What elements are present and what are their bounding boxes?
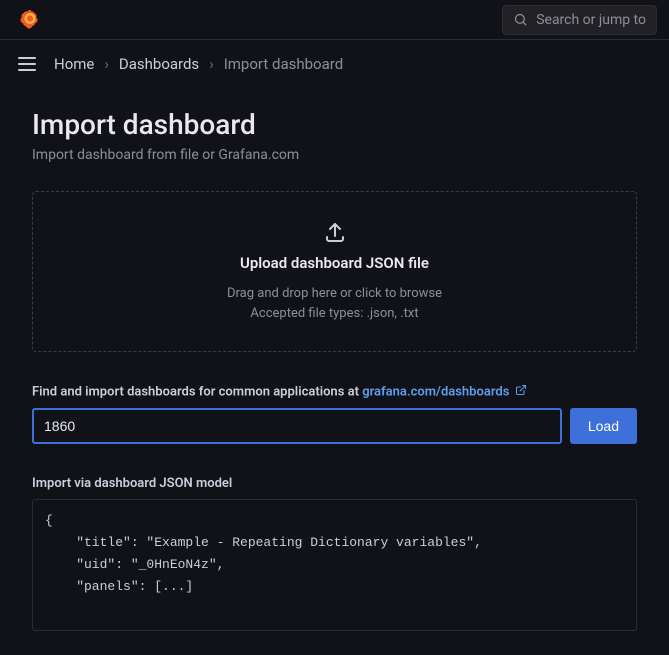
upload-hint-line2: Accepted file types: .json, .txt bbox=[49, 304, 620, 324]
json-model-label: Import via dashboard JSON model bbox=[32, 476, 637, 491]
chevron-right-icon: › bbox=[209, 55, 214, 73]
grafana-dashboards-link[interactable]: grafana.com/dashboards bbox=[362, 384, 509, 399]
chevron-right-icon: › bbox=[104, 55, 109, 73]
load-button[interactable]: Load bbox=[570, 408, 637, 444]
breadcrumb-dashboards[interactable]: Dashboards bbox=[119, 55, 199, 73]
external-link-icon bbox=[515, 384, 527, 400]
breadcrumb-current: Import dashboard bbox=[224, 55, 343, 73]
breadcrumb-home[interactable]: Home bbox=[54, 55, 94, 73]
find-import-label: Find and import dashboards for common ap… bbox=[32, 384, 637, 400]
page-subtitle: Import dashboard from file or Grafana.co… bbox=[32, 147, 637, 163]
json-model-textarea[interactable] bbox=[32, 499, 637, 631]
menu-toggle[interactable] bbox=[12, 51, 42, 77]
upload-hint-line1: Drag and drop here or click to browse bbox=[49, 284, 620, 304]
search-placeholder: Search or jump to bbox=[536, 12, 646, 28]
breadcrumb: Home › Dashboards › Import dashboard bbox=[54, 55, 343, 73]
upload-dropzone[interactable]: Upload dashboard JSON file Drag and drop… bbox=[32, 191, 637, 352]
dashboard-id-input[interactable] bbox=[32, 408, 562, 444]
search-icon bbox=[513, 12, 528, 27]
page-title: Import dashboard bbox=[32, 108, 637, 141]
upload-icon bbox=[323, 220, 347, 244]
upload-title: Upload dashboard JSON file bbox=[49, 254, 620, 272]
grafana-logo[interactable] bbox=[18, 8, 42, 32]
search-box[interactable]: Search or jump to bbox=[502, 5, 657, 35]
